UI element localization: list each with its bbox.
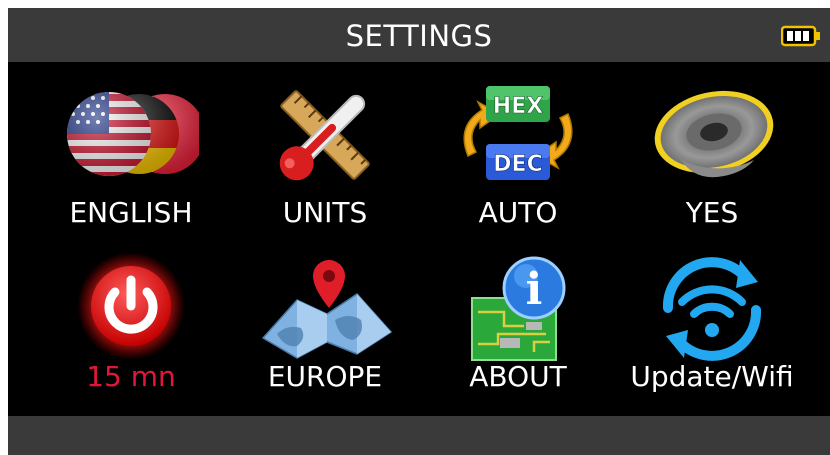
- footer-bar: [8, 416, 830, 455]
- units-label: UNITS: [282, 196, 368, 229]
- language-flags-icon: [67, 92, 199, 176]
- auto-off-label: 15 mn: [86, 360, 176, 393]
- hex-dec-toggle-icon: HEX DEC: [463, 86, 573, 180]
- update-wifi-label: Update/Wifi: [630, 360, 794, 393]
- battery-full-icon: [781, 25, 820, 47]
- settings-screen: SETTINGS ENGLISH UNITS HEX DEC AUTO YES …: [8, 8, 830, 455]
- hex-label: HEX: [493, 94, 543, 119]
- about-tile[interactable]: i ABOUT: [423, 254, 613, 434]
- language-setting-tile[interactable]: ENGLISH: [36, 80, 226, 260]
- wifi-update-icon: [662, 257, 762, 361]
- region-map-icon: [261, 260, 393, 359]
- sound-setting-tile[interactable]: YES: [617, 80, 807, 260]
- units-thermometer-ruler-icon: [279, 90, 370, 181]
- speaker-icon: [654, 90, 774, 178]
- update-wifi-tile[interactable]: Update/Wifi: [617, 254, 807, 434]
- title-bar: SETTINGS: [8, 8, 830, 62]
- display-mode-label: AUTO: [478, 196, 558, 229]
- auto-off-setting-tile[interactable]: 15 mn: [36, 254, 226, 434]
- display-mode-setting-tile[interactable]: HEX DEC AUTO: [423, 80, 613, 260]
- region-setting-tile[interactable]: EUROPE: [230, 254, 420, 434]
- language-label: ENGLISH: [69, 196, 193, 229]
- page-title: SETTINGS: [345, 19, 493, 53]
- region-label: EUROPE: [267, 360, 383, 393]
- info-letter: i: [526, 264, 543, 315]
- info-icon: i: [471, 256, 566, 361]
- dec-label: DEC: [493, 152, 542, 177]
- sound-label: YES: [685, 196, 739, 229]
- about-label: ABOUT: [469, 360, 567, 393]
- power-icon: [77, 254, 185, 360]
- units-setting-tile[interactable]: UNITS: [230, 80, 420, 260]
